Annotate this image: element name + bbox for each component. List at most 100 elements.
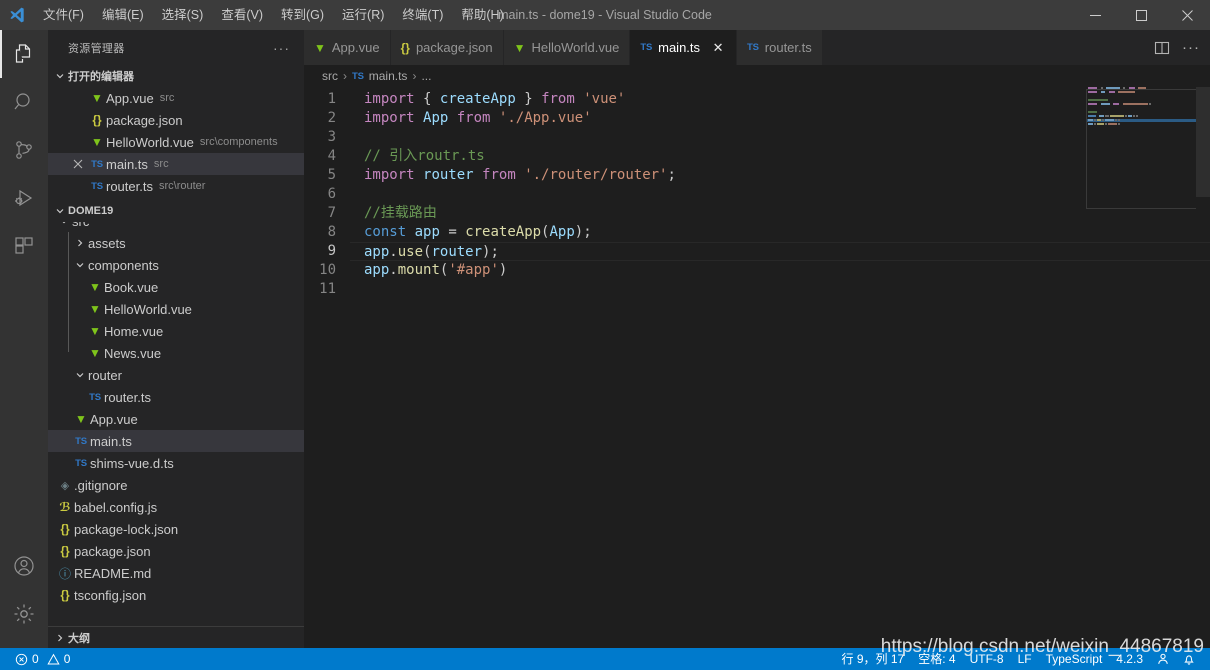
- menu-item-help[interactable]: 帮助(H): [452, 0, 512, 30]
- tab-helloworld-vue[interactable]: ▼ HelloWorld.vue: [503, 30, 631, 65]
- code-content[interactable]: import { createApp } from 'vue' import Ap…: [350, 87, 1210, 648]
- tree-item-main-ts[interactable]: TS main.ts: [48, 430, 304, 452]
- code-token: '#app': [448, 262, 499, 278]
- close-editor-icon[interactable]: [68, 159, 88, 169]
- encoding[interactable]: UTF-8: [963, 648, 1011, 670]
- tree-item-components[interactable]: components: [48, 254, 304, 276]
- feedback-smiley-icon[interactable]: [1150, 648, 1176, 670]
- activity-extensions-icon[interactable]: [0, 222, 48, 270]
- open-editor-router-ts[interactable]: TS router.ts src\router: [48, 175, 304, 197]
- activity-accounts-icon[interactable]: [0, 542, 48, 590]
- breadcrumb: src › TS main.ts › ...: [304, 65, 1210, 87]
- menu-item-file[interactable]: 文件(F): [34, 0, 93, 30]
- language-mode[interactable]: TypeScript: [1039, 648, 1110, 670]
- tree-item-home-vue[interactable]: ▼ Home.vue: [48, 320, 304, 342]
- tree-item-package-json[interactable]: {} package.json: [48, 540, 304, 562]
- line-ending[interactable]: LF: [1011, 648, 1039, 670]
- open-editor-app-vue[interactable]: ▼ App.vue src: [48, 87, 304, 109]
- tree-item-news-vue[interactable]: ▼ News.vue: [48, 342, 304, 364]
- outline-title: 大纲: [68, 632, 90, 645]
- code-token: router: [423, 167, 474, 183]
- split-editor-icon[interactable]: [1154, 40, 1170, 56]
- chevron-right-icon: [72, 238, 88, 248]
- more-actions-icon[interactable]: ···: [1182, 40, 1200, 55]
- tree-item-babel-config-js[interactable]: ℬ babel.config.js: [48, 496, 304, 518]
- indentation[interactable]: 空格: 4: [911, 648, 962, 670]
- activity-search-icon[interactable]: [0, 78, 48, 126]
- menu-item-terminal[interactable]: 终端(T): [393, 0, 452, 30]
- open-editor-package-json[interactable]: {} package.json: [48, 109, 304, 131]
- tree-item-helloworld-vue[interactable]: ▼ HelloWorld.vue: [48, 298, 304, 320]
- tree-item-label: src: [72, 222, 89, 229]
- tree-item-package-lock-json[interactable]: {} package-lock.json: [48, 518, 304, 540]
- scrollbar-thumb[interactable]: [1196, 87, 1210, 197]
- tree-item-gitignore[interactable]: ◈ .gitignore: [48, 474, 304, 496]
- explorer-more-actions-icon[interactable]: ···: [267, 40, 296, 56]
- ts-file-icon: TS: [75, 457, 87, 469]
- cursor-position[interactable]: 行 9，列 17: [835, 648, 912, 670]
- vscode-logo-icon: [0, 0, 34, 30]
- activity-explorer-icon[interactable]: [0, 30, 48, 78]
- problems-status[interactable]: 0 0: [8, 648, 77, 670]
- open-editor-helloworld-vue[interactable]: ▼ HelloWorld.vue src\components: [48, 131, 304, 153]
- file-tree-scroll: src assets: [48, 222, 304, 606]
- breadcrumb-src[interactable]: src: [322, 69, 338, 83]
- menu-bar[interactable]: 文件(F) 编辑(E) 选择(S) 查看(V) 转到(G) 运行(R) 终端(T…: [34, 0, 513, 30]
- menu-item-view[interactable]: 查看(V): [212, 0, 272, 30]
- open-editors-title: 打开的编辑器: [68, 71, 134, 83]
- tree-item-src[interactable]: src: [48, 222, 304, 232]
- tree-item-label: package.json: [74, 543, 151, 559]
- vue-file-icon: ▼: [513, 40, 526, 55]
- close-button[interactable]: [1164, 0, 1210, 30]
- tab-router-ts[interactable]: TS router.ts: [737, 30, 823, 65]
- open-editor-main-ts[interactable]: TS main.ts src: [48, 153, 304, 175]
- line-number: 11: [319, 281, 336, 297]
- tree-item-assets[interactable]: assets: [48, 232, 304, 254]
- code-token: mount: [397, 262, 440, 278]
- tab-close-icon[interactable]: ✕: [710, 40, 726, 56]
- tab-app-vue[interactable]: ▼ App.vue: [304, 30, 391, 65]
- tree-item-shims-vue-d-ts[interactable]: TS shims-vue.d.ts: [48, 452, 304, 474]
- tab-package-json[interactable]: {} package.json: [390, 30, 504, 65]
- project-folder-header[interactable]: DOME19: [48, 200, 304, 222]
- activity-source-control-icon[interactable]: [0, 126, 48, 174]
- menu-item-go[interactable]: 转到(G): [272, 0, 333, 30]
- minimize-button[interactable]: [1072, 0, 1118, 30]
- menu-item-selection[interactable]: 选择(S): [153, 0, 213, 30]
- outline-section-header[interactable]: 大纲: [48, 626, 304, 648]
- tree-item-router-folder[interactable]: router: [48, 364, 304, 386]
- warning-count: 0: [63, 652, 71, 666]
- breadcrumb-file[interactable]: main.ts: [369, 69, 408, 83]
- open-editors-header[interactable]: 打开的编辑器: [48, 65, 304, 87]
- line-number: 4: [327, 148, 336, 164]
- tree-item-router-ts[interactable]: TS router.ts: [48, 386, 304, 408]
- code-token: app: [364, 262, 390, 278]
- code-token: ): [498, 262, 508, 278]
- project-name: DOME19: [68, 205, 114, 217]
- typescript-version[interactable]: 4.2.3: [1109, 648, 1150, 670]
- activity-run-debug-icon[interactable]: [0, 174, 48, 222]
- menu-item-edit[interactable]: 编辑(E): [93, 0, 153, 30]
- code-editor[interactable]: 1 2 3 4 5 6 7 8 9 10 11 import { createA…: [304, 87, 1210, 648]
- window-controls[interactable]: [1072, 0, 1210, 30]
- tree-item-book-vue[interactable]: ▼ Book.vue: [48, 276, 304, 298]
- tree-item-app-vue[interactable]: ▼ App.vue: [48, 408, 304, 430]
- tab-main-ts[interactable]: TS main.ts ✕: [630, 30, 738, 65]
- code-token: // 引入routr.ts: [364, 148, 485, 164]
- menu-item-run[interactable]: 运行(R): [333, 0, 393, 30]
- chevron-down-icon: [72, 260, 88, 270]
- tree-item-readme-md[interactable]: ⓘ README.md: [48, 562, 304, 584]
- editor-actions: ···: [1154, 30, 1210, 65]
- editor-scrollbar[interactable]: [1196, 87, 1210, 648]
- tree-item-tsconfig-json[interactable]: {} tsconfig.json: [48, 584, 304, 606]
- tree-item-label: App.vue: [90, 411, 138, 427]
- maximize-button[interactable]: [1118, 0, 1164, 30]
- tree-item-label: package-lock.json: [74, 521, 179, 537]
- activity-settings-icon[interactable]: [0, 590, 48, 638]
- notifications-bell-icon[interactable]: [1176, 648, 1202, 670]
- code-token: }: [524, 91, 533, 107]
- breadcrumb-symbols[interactable]: ...: [421, 69, 431, 83]
